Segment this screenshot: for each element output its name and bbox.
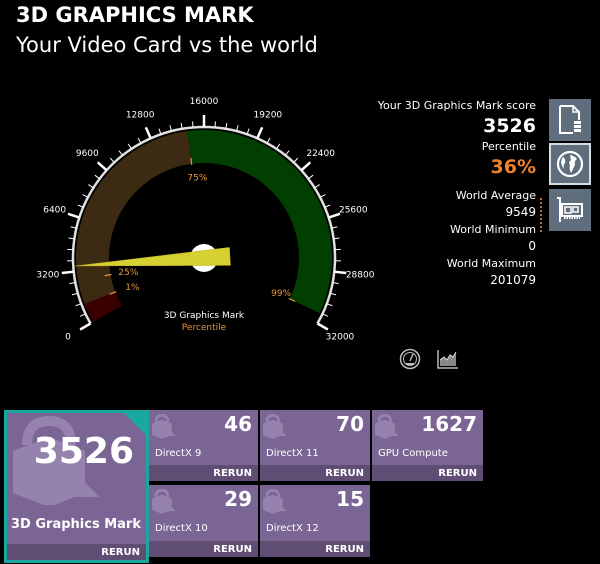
percentile-marker-label: 99% [271, 289, 291, 299]
gauge-center-label: 3D Graphics Mark [164, 311, 245, 321]
gauge-major-tick [67, 212, 80, 219]
percentile-value: 36% [490, 156, 536, 178]
tile-label: DirectX 9 [155, 448, 202, 459]
tile-label: 3D Graphics Mark [11, 517, 141, 532]
average-divider [540, 198, 542, 232]
gauge-minor-tick [82, 194, 89, 198]
tile-directx-11[interactable]: 70 DirectX 11 RERUN [260, 410, 370, 481]
gauge-tick-label: 0 [65, 333, 71, 343]
gauge-major-tick [61, 270, 74, 275]
world-average-label: World Average [455, 189, 536, 202]
score-value: 3526 [483, 115, 536, 137]
gauge-tick-label: 3200 [36, 270, 59, 280]
cube-lock-icon [263, 413, 287, 439]
score-stats: Your 3D Graphics Mark score 3526 Percent… [336, 97, 536, 289]
page-title: 3D GRAPHICS MARK [16, 3, 254, 27]
world-maximum-value: 201079 [490, 273, 536, 287]
score-label: Your 3D Graphics Mark score [377, 99, 536, 112]
gauge-tick-label: 19200 [254, 111, 283, 121]
gauge-tick-label: 6400 [43, 205, 66, 215]
rerun-button[interactable]: RERUN [101, 547, 140, 558]
gauge-minor-tick [127, 143, 132, 150]
tile-label: DirectX 12 [266, 523, 319, 534]
report-icon [559, 105, 581, 134]
tile-value: 70 [336, 412, 364, 436]
gauge-minor-tick [276, 143, 281, 150]
gauge-minor-tick [308, 174, 314, 180]
gauge-minor-tick [214, 121, 216, 128]
gauge-minor-tick [293, 157, 299, 163]
gauge-minor-tick [266, 137, 271, 144]
percentile-marker-label: 25% [118, 268, 138, 278]
gauge-minor-tick [314, 184, 320, 189]
graphics-card-button[interactable] [549, 189, 591, 231]
gauge-minor-tick [109, 157, 115, 163]
tile-directx-12[interactable]: 15 DirectX 12 RERUN [260, 485, 370, 557]
gauge-minor-tick [192, 121, 194, 128]
cube-lock-icon [375, 413, 399, 439]
rerun-button[interactable]: RERUN [438, 468, 477, 479]
world-minimum-label: World Minimum [450, 223, 536, 236]
gauge-tick-label: 32000 [326, 333, 355, 343]
rerun-button[interactable]: RERUN [325, 544, 364, 555]
speedometer-icon [399, 348, 421, 370]
world-minimum-value: 0 [528, 239, 536, 253]
tile-value: 46 [224, 412, 252, 436]
gauge-major-tick [300, 161, 312, 172]
gauge-minor-tick [319, 194, 326, 198]
rerun-button[interactable]: RERUN [213, 544, 252, 555]
world-comparison-button[interactable] [549, 143, 591, 185]
rerun-button[interactable]: RERUN [325, 468, 364, 479]
tile-value: 3526 [33, 431, 134, 472]
cube-lock-icon [263, 488, 287, 514]
cube-lock-icon [152, 413, 176, 439]
tile-value: 1627 [421, 412, 477, 436]
tile-label: DirectX 11 [266, 448, 319, 459]
gauge-minor-tick [137, 137, 142, 144]
graphics-card-icon [557, 197, 583, 222]
globe-icon [556, 150, 584, 178]
percentile-label: Percentile [481, 140, 536, 153]
cube-lock-icon [152, 488, 176, 514]
gauge-center-sublabel: Percentile [182, 323, 227, 333]
gauge-minor-tick [88, 184, 94, 189]
tile-label: DirectX 10 [155, 523, 208, 534]
gauge-major-tick [316, 322, 329, 331]
gauge-minor-tick [322, 313, 329, 317]
gauge-minor-tick [118, 150, 124, 156]
tile-value: 29 [224, 487, 252, 511]
report-button[interactable] [549, 99, 591, 141]
gauge-tick-label: 22400 [306, 149, 335, 159]
tile-gpu-compute[interactable]: 1627 GPU Compute RERUN [372, 410, 483, 481]
rerun-button[interactable]: RERUN [213, 468, 252, 479]
gauge-minor-tick [284, 150, 290, 156]
gauge-tick-label: 9600 [76, 149, 99, 159]
percentile-marker-label: 75% [187, 174, 207, 184]
gauge-tick-label: 16000 [190, 97, 219, 107]
percentile-marker-label: 1% [125, 283, 140, 293]
tile-3d-graphics-mark[interactable]: 3526 3D Graphics Mark RERUN [4, 410, 149, 563]
world-average-value: 9549 [505, 205, 536, 219]
chart-view-button[interactable] [436, 348, 460, 370]
gauge-minor-tick [94, 174, 100, 180]
world-maximum-label: World Maximum [446, 257, 536, 270]
gauge-view-button[interactable] [398, 348, 422, 370]
gauge-tick-label: 12800 [126, 111, 155, 121]
chart-icon [437, 350, 458, 369]
tile-directx-10[interactable]: 29 DirectX 10 RERUN [149, 485, 258, 557]
tile-value: 15 [336, 487, 364, 511]
tile-label: GPU Compute [378, 448, 448, 459]
gauge-major-tick [79, 322, 92, 331]
gauge-major-tick [256, 126, 264, 139]
tile-directx-9[interactable]: 46 DirectX 9 RERUN [149, 410, 258, 481]
gauge-major-tick [144, 126, 152, 139]
gauge-major-tick [96, 161, 108, 172]
page-subtitle: Your Video Card vs the world [16, 33, 318, 57]
gauge-minor-tick [79, 313, 86, 317]
